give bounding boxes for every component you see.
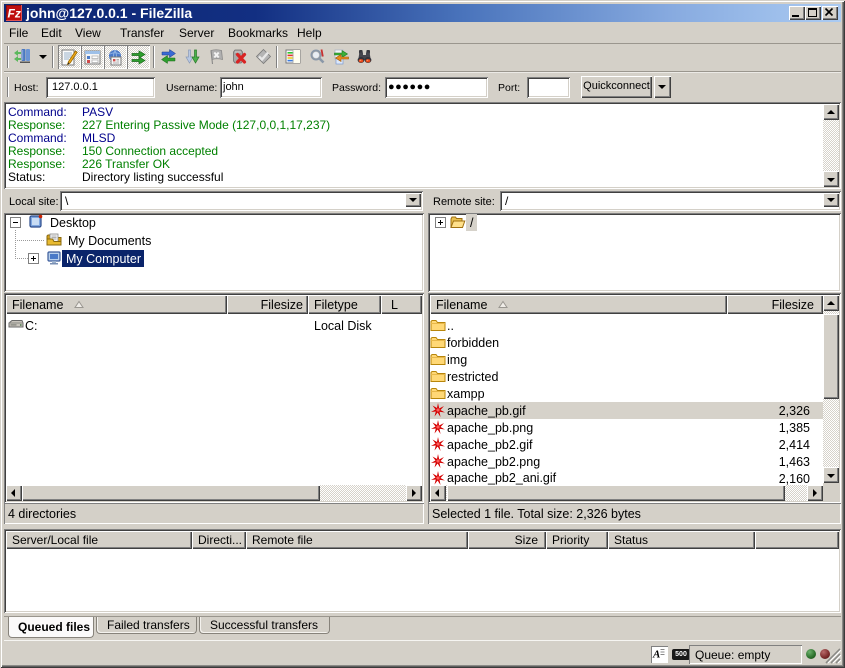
svg-text:A: A [652,649,660,661]
svg-text:Fz: Fz [8,7,21,21]
